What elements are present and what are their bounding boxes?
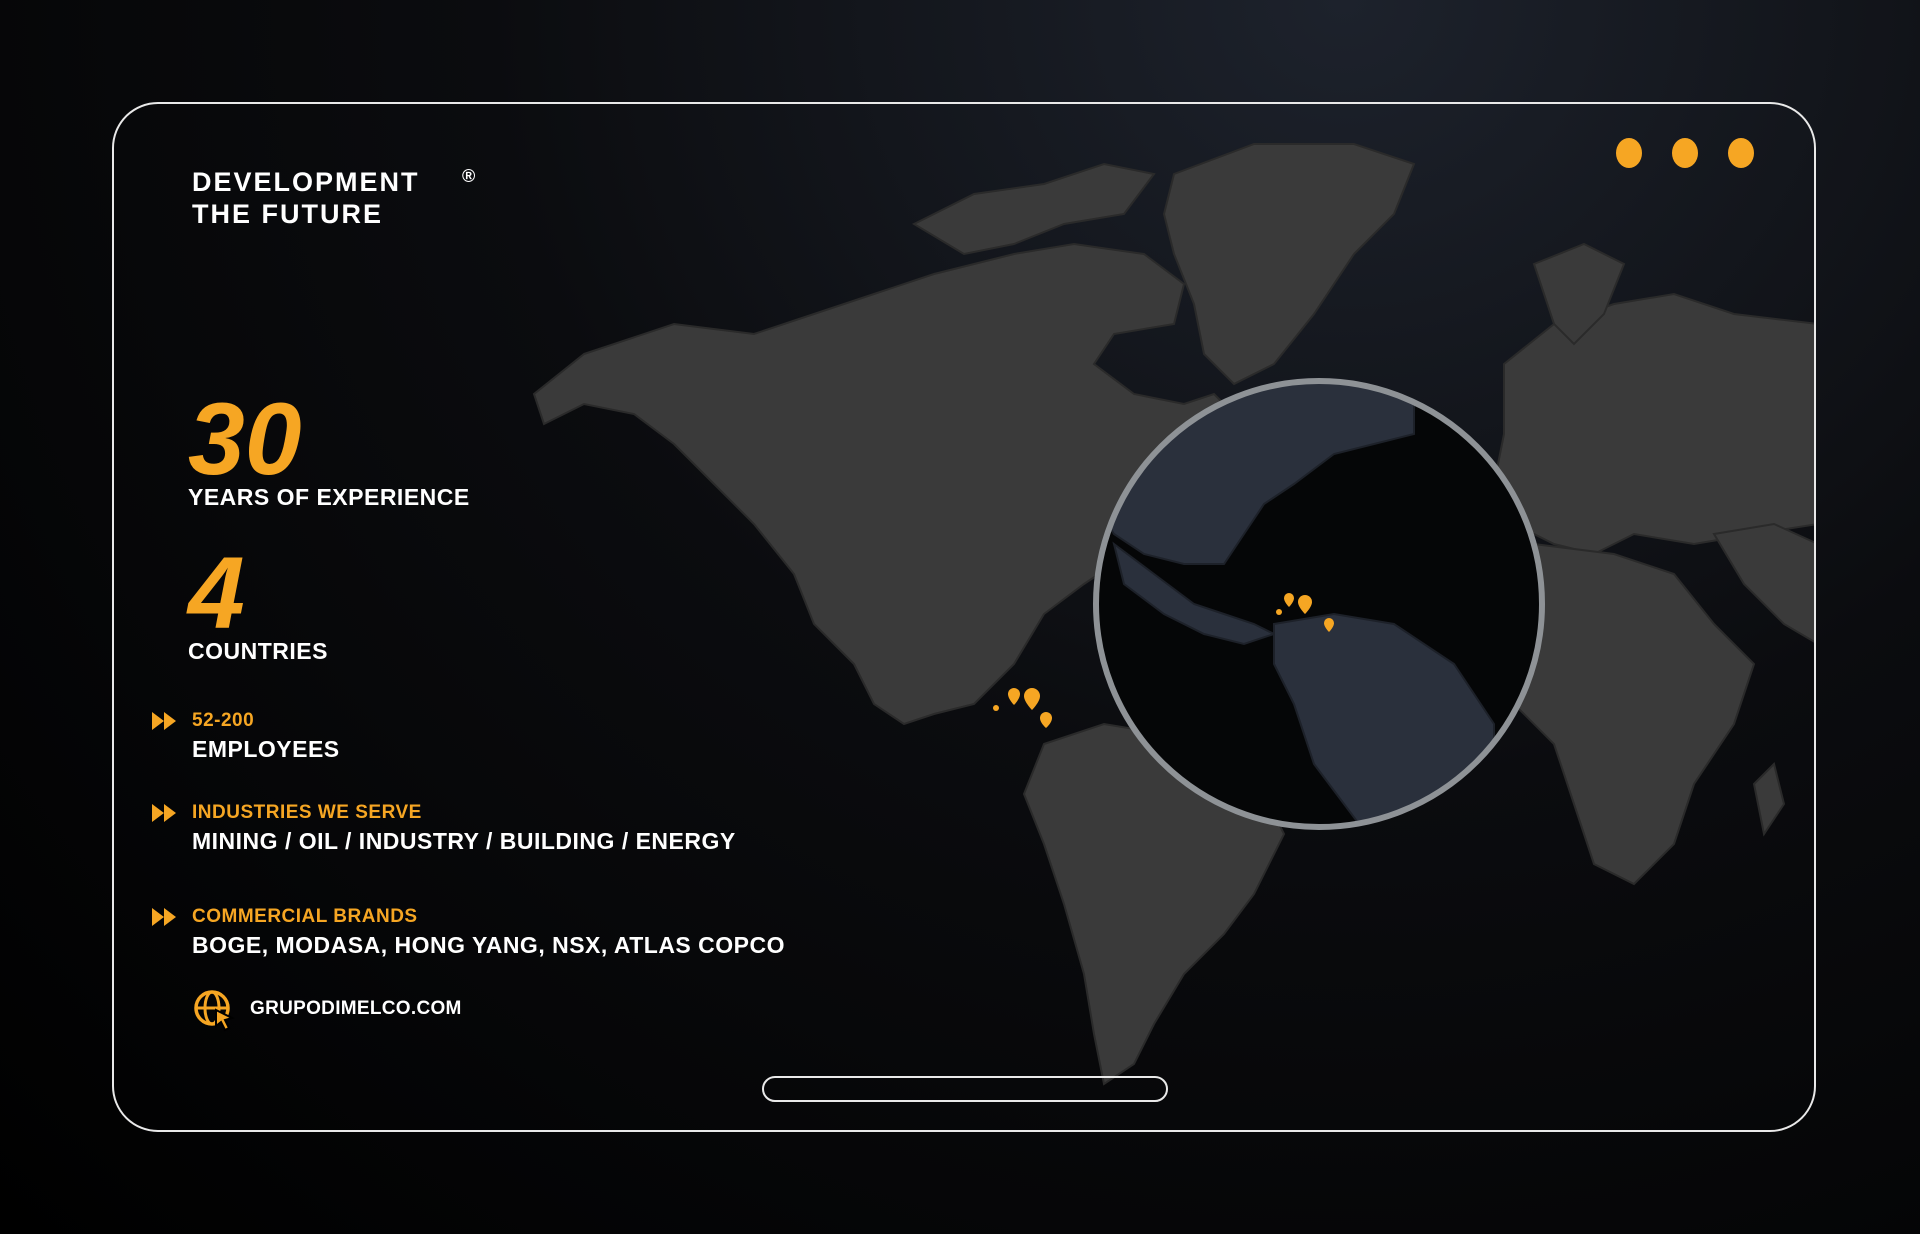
- scroll-handle[interactable]: [762, 1076, 1168, 1102]
- location-pin-icon: [1040, 712, 1052, 728]
- industries-title: INDUSTRIES WE SERVE: [192, 802, 422, 823]
- registered-mark: ®: [462, 166, 476, 186]
- globe-cursor-icon: [194, 990, 235, 1032]
- countries-label: COUNTRIES: [188, 638, 328, 664]
- brand-line-1: DEVELOPMENT: [192, 167, 420, 197]
- industries-list: MINING / OIL / INDUSTRY / BUILDING / ENE…: [192, 828, 736, 854]
- window-dot-icon[interactable]: [1728, 138, 1754, 168]
- brand-line-2: THE FUTURE: [192, 199, 383, 229]
- location-pin-icon: [1008, 688, 1020, 705]
- location-pin-icon: [1276, 609, 1282, 615]
- greenland-shape: [1162, 143, 1416, 386]
- countries-value: 4: [188, 536, 245, 650]
- window-dot-icon[interactable]: [1616, 138, 1642, 168]
- window-dot-icon[interactable]: [1672, 138, 1698, 168]
- brands-title: COMMERCIAL BRANDS: [192, 906, 418, 927]
- double-chevron-icon: [152, 804, 176, 822]
- location-pin-icon: [993, 705, 999, 711]
- employees-label: EMPLOYEES: [192, 736, 340, 762]
- years-value: 30: [188, 382, 302, 496]
- double-chevron-icon: [152, 712, 176, 730]
- map-pins: [993, 688, 1052, 728]
- website-link[interactable]: GRUPODIMELCO.COM: [250, 998, 462, 1020]
- location-pin-icon: [1024, 688, 1040, 710]
- double-chevron-icon: [152, 908, 176, 926]
- europe-shape: [1492, 292, 1814, 556]
- brands-list: BOGE, MODASA, HONG YANG, NSX, ATLAS COPC…: [192, 932, 786, 958]
- card-frame: DEVELOPMENT THE FUTURE ® 30 YEARS OF EXP…: [112, 102, 1816, 1132]
- world-map: [532, 143, 1814, 1086]
- employees-count: 52-200: [192, 710, 255, 731]
- window-controls: [1616, 138, 1754, 168]
- brand-title: DEVELOPMENT THE FUTURE ®: [192, 166, 475, 230]
- years-label: YEARS OF EXPERIENCE: [188, 484, 470, 510]
